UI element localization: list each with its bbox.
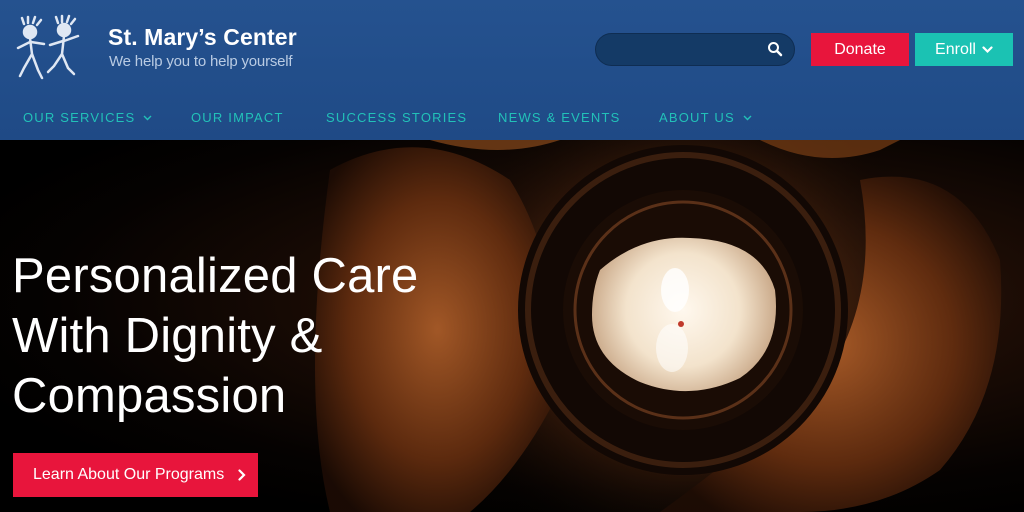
nav-item-success-stories[interactable]: SUCCESS STORIES (326, 110, 467, 125)
hero-title-line: With Dignity & (12, 309, 323, 363)
hero-banner: Personalized Care With Dignity & Compass… (0, 140, 1024, 512)
hero-title-line: Personalized Care (12, 249, 419, 303)
chevron-down-icon (743, 115, 752, 120)
nav-item-about-us[interactable]: ABOUT US (659, 110, 752, 125)
site-header: St. Mary’s Center We help you to help yo… (0, 0, 1024, 140)
search-input[interactable] (595, 33, 795, 66)
chevron-right-icon (238, 469, 246, 481)
donate-label: Donate (834, 40, 886, 58)
nav-item-label: OUR IMPACT (191, 110, 284, 125)
search-icon[interactable] (767, 41, 783, 57)
nav-item-label: NEWS & EVENTS (498, 110, 621, 125)
nav-item-label: SUCCESS STORIES (326, 110, 468, 125)
nav-item-label: OUR SERVICES (23, 110, 136, 125)
donate-button[interactable]: Donate (811, 33, 909, 66)
brand-name[interactable]: St. Mary’s Center (108, 24, 297, 51)
learn-about-programs-button[interactable]: Learn About Our Programs (13, 453, 258, 497)
hero-title: Personalized Care With Dignity & Compass… (12, 246, 482, 426)
nav-item-our-services[interactable]: OUR SERVICES (23, 110, 152, 125)
chevron-down-icon (982, 45, 993, 53)
dancing-figures-logo[interactable] (10, 14, 86, 84)
main-nav: OUR SERVICES OUR IMPACT SUCCESS STORIES … (0, 110, 1024, 130)
nav-item-label: ABOUT US (659, 110, 735, 125)
chevron-down-icon (143, 115, 152, 120)
nav-item-news-events[interactable]: NEWS & EVENTS (498, 110, 621, 125)
hero-title-line: Compassion (12, 369, 287, 423)
cta-label: Learn About Our Programs (33, 466, 225, 483)
brand-tagline: We help you to help yourself (109, 53, 293, 70)
enroll-label: Enroll (935, 40, 976, 58)
nav-item-our-impact[interactable]: OUR IMPACT (191, 110, 284, 125)
enroll-button[interactable]: Enroll (915, 33, 1013, 66)
